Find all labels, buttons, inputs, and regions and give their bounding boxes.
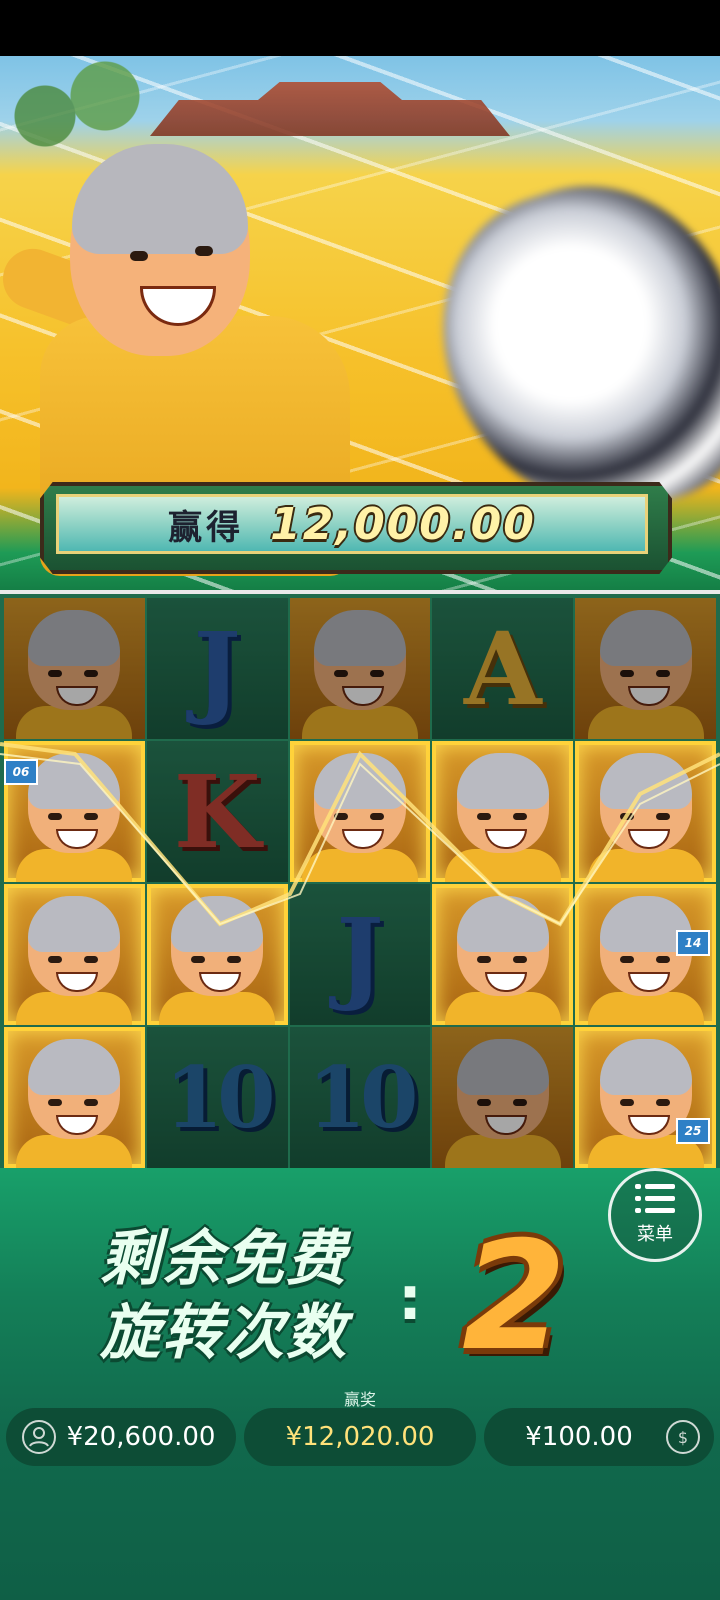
balance-value: ¥20,600.00 bbox=[66, 1422, 216, 1452]
monk-symbol bbox=[587, 896, 704, 1025]
card-symbol-k: K bbox=[173, 752, 261, 871]
monk-symbol bbox=[16, 610, 133, 739]
card-symbol-a: A bbox=[463, 609, 542, 728]
monk-symbol bbox=[587, 610, 704, 739]
reel-cell: A bbox=[432, 598, 574, 739]
free-spins-label: 剩余免费 旋转次数 bbox=[100, 1222, 420, 1370]
multiplier-badge: 14 bbox=[676, 930, 710, 956]
reel-cell bbox=[4, 598, 145, 739]
card-symbol-10: 10 bbox=[164, 1047, 276, 1147]
free-spins-label-line1: 剩余免费 bbox=[100, 1224, 348, 1294]
status-bar bbox=[0, 0, 720, 56]
reel-cell bbox=[289, 598, 431, 739]
reel-cell bbox=[575, 598, 716, 739]
monk-symbol bbox=[444, 896, 561, 1025]
svg-text:$: $ bbox=[678, 1428, 688, 1447]
win-value: ¥12,020.00 bbox=[285, 1422, 435, 1452]
balance-display[interactable]: ¥20,600.00 bbox=[6, 1408, 236, 1466]
reel-cell: 06 bbox=[4, 741, 145, 882]
user-wallet-icon bbox=[22, 1420, 56, 1454]
monk-symbol bbox=[301, 753, 418, 882]
reel-cell bbox=[432, 884, 574, 1025]
reel-cell bbox=[4, 1027, 145, 1168]
card-symbol-j: J bbox=[193, 609, 241, 728]
reel-area: J A 06 K J 14 10 10 25 bbox=[0, 590, 720, 1176]
reel-cell: 10 bbox=[289, 1027, 431, 1168]
reel-cell: 14 bbox=[575, 884, 716, 1025]
win-label: 赢得 bbox=[168, 507, 245, 548]
monk-symbol bbox=[159, 896, 276, 1025]
reel-cell: 10 bbox=[146, 1027, 288, 1168]
monk-symbol bbox=[301, 610, 418, 739]
reel-cell: K bbox=[146, 741, 288, 882]
multiplier-badge: 06 bbox=[4, 759, 38, 785]
coin-icon: $ bbox=[666, 1420, 700, 1454]
reel-cell: 25 bbox=[575, 1027, 716, 1168]
reel-cell: J bbox=[146, 598, 288, 739]
reel-cell bbox=[146, 884, 288, 1025]
menu-button[interactable]: 菜单 bbox=[608, 1168, 702, 1262]
free-spins-label-line2: 旋转次数 bbox=[100, 1298, 348, 1368]
card-symbol-j: J bbox=[336, 895, 384, 1014]
bet-value: ¥100.00 bbox=[525, 1422, 633, 1452]
background-trees bbox=[0, 56, 150, 156]
monk-symbol bbox=[444, 1039, 561, 1168]
win-display: ¥12,020.00 bbox=[244, 1408, 476, 1466]
monk-symbol bbox=[16, 1039, 133, 1168]
multiplier-badge: 25 bbox=[676, 1118, 710, 1144]
win-banner: 赢得 12,000.00 bbox=[56, 494, 648, 554]
reel-cell bbox=[4, 884, 145, 1025]
win-amount: 12,000.00 bbox=[270, 498, 536, 550]
card-symbol-10: 10 bbox=[307, 1047, 419, 1147]
reel-grid: J A 06 K J 14 10 10 25 bbox=[4, 598, 716, 1168]
free-spins-count: 2 bbox=[462, 1210, 567, 1384]
monk-symbol bbox=[587, 1039, 704, 1168]
reel-cell: J bbox=[289, 884, 431, 1025]
reel-cell bbox=[575, 741, 716, 882]
menu-list-icon bbox=[635, 1184, 675, 1214]
free-spins-colon: : bbox=[398, 1264, 422, 1334]
win-caption: 赢奖 bbox=[343, 1390, 376, 1409]
reel-cell bbox=[289, 741, 431, 882]
menu-label: 菜单 bbox=[637, 1224, 673, 1245]
reel-cell bbox=[432, 741, 574, 882]
monk-symbol bbox=[16, 896, 133, 1025]
reel-cell bbox=[432, 1027, 574, 1168]
monk-symbol bbox=[444, 753, 561, 882]
monk-symbol bbox=[587, 753, 704, 882]
bet-display[interactable]: ¥100.00 $ bbox=[484, 1408, 714, 1466]
